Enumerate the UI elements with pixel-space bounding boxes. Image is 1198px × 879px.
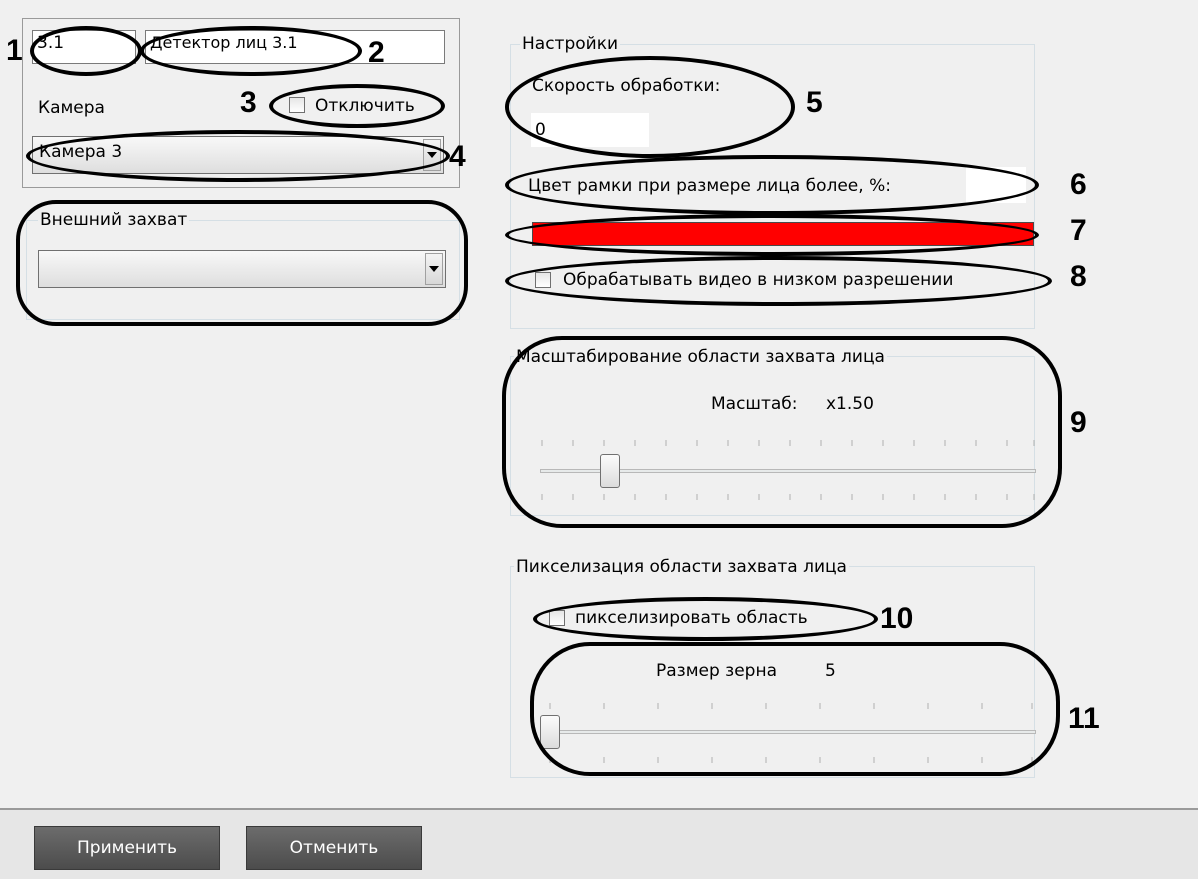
pixelize-label: пикселизировать область	[575, 608, 808, 628]
frame-color-label: Цвет рамки при размере лица более, %:	[528, 176, 891, 196]
scale-slider-thumb[interactable]	[600, 454, 620, 488]
apply-button[interactable]: Применить	[34, 826, 220, 870]
scale-value: x1.50	[826, 394, 874, 414]
camera-label: Камера	[38, 98, 105, 118]
speed-field[interactable]: 0	[530, 112, 650, 148]
camera-select-value: Камера 3	[39, 142, 123, 162]
low-res-label: Обрабатывать видео в низком разрешении	[563, 270, 954, 290]
callout-4: 4	[449, 140, 466, 173]
speed-label: Скорость обработки:	[532, 76, 721, 96]
color-swatch[interactable]	[532, 222, 1034, 246]
callout-5: 5	[806, 86, 823, 119]
id-field[interactable]: 3.1	[32, 30, 136, 64]
grain-label: Размер зерна	[656, 661, 778, 681]
scale-ticks-bottom	[541, 494, 1035, 500]
grain-ticks-bottom	[549, 757, 1033, 763]
callout-11: 11	[1068, 702, 1100, 735]
disable-checkbox[interactable]	[289, 97, 305, 113]
external-capture-legend: Внешний захват	[38, 210, 190, 230]
disable-label: Отключить	[315, 96, 415, 116]
callout-6: 6	[1070, 168, 1087, 201]
settings-legend: Настройки	[520, 34, 621, 54]
grain-value: 5	[825, 661, 836, 681]
callout-1: 1	[6, 34, 23, 67]
cancel-button[interactable]: Отменить	[246, 826, 422, 870]
chevron-down-icon[interactable]	[423, 139, 441, 171]
frame-percent-field[interactable]	[965, 166, 1027, 204]
callout-8: 8	[1070, 260, 1087, 293]
scaling-legend: Масштабирование области захвата лица	[514, 347, 887, 367]
pixelization-legend: Пикселизация области захвата лица	[514, 557, 849, 577]
scale-ticks-top	[541, 440, 1035, 446]
low-res-checkbox[interactable]	[535, 272, 551, 288]
callout-3: 3	[240, 86, 257, 119]
grain-ticks-top	[549, 703, 1033, 709]
name-field[interactable]: Детектор лиц 3.1	[145, 30, 445, 64]
grain-slider-thumb[interactable]	[540, 715, 560, 749]
camera-select[interactable]: Камера 3	[32, 136, 444, 174]
external-capture-select[interactable]	[38, 250, 446, 288]
callout-2: 2	[368, 36, 385, 69]
pixelize-checkbox[interactable]	[549, 610, 565, 626]
grain-slider-track[interactable]	[548, 730, 1036, 734]
scale-label: Масштаб:	[711, 394, 798, 414]
chevron-down-icon[interactable]	[425, 253, 443, 285]
callout-7: 7	[1070, 214, 1087, 247]
callout-9: 9	[1070, 406, 1087, 439]
callout-10: 10	[880, 602, 914, 635]
scaling-group	[510, 356, 1035, 516]
